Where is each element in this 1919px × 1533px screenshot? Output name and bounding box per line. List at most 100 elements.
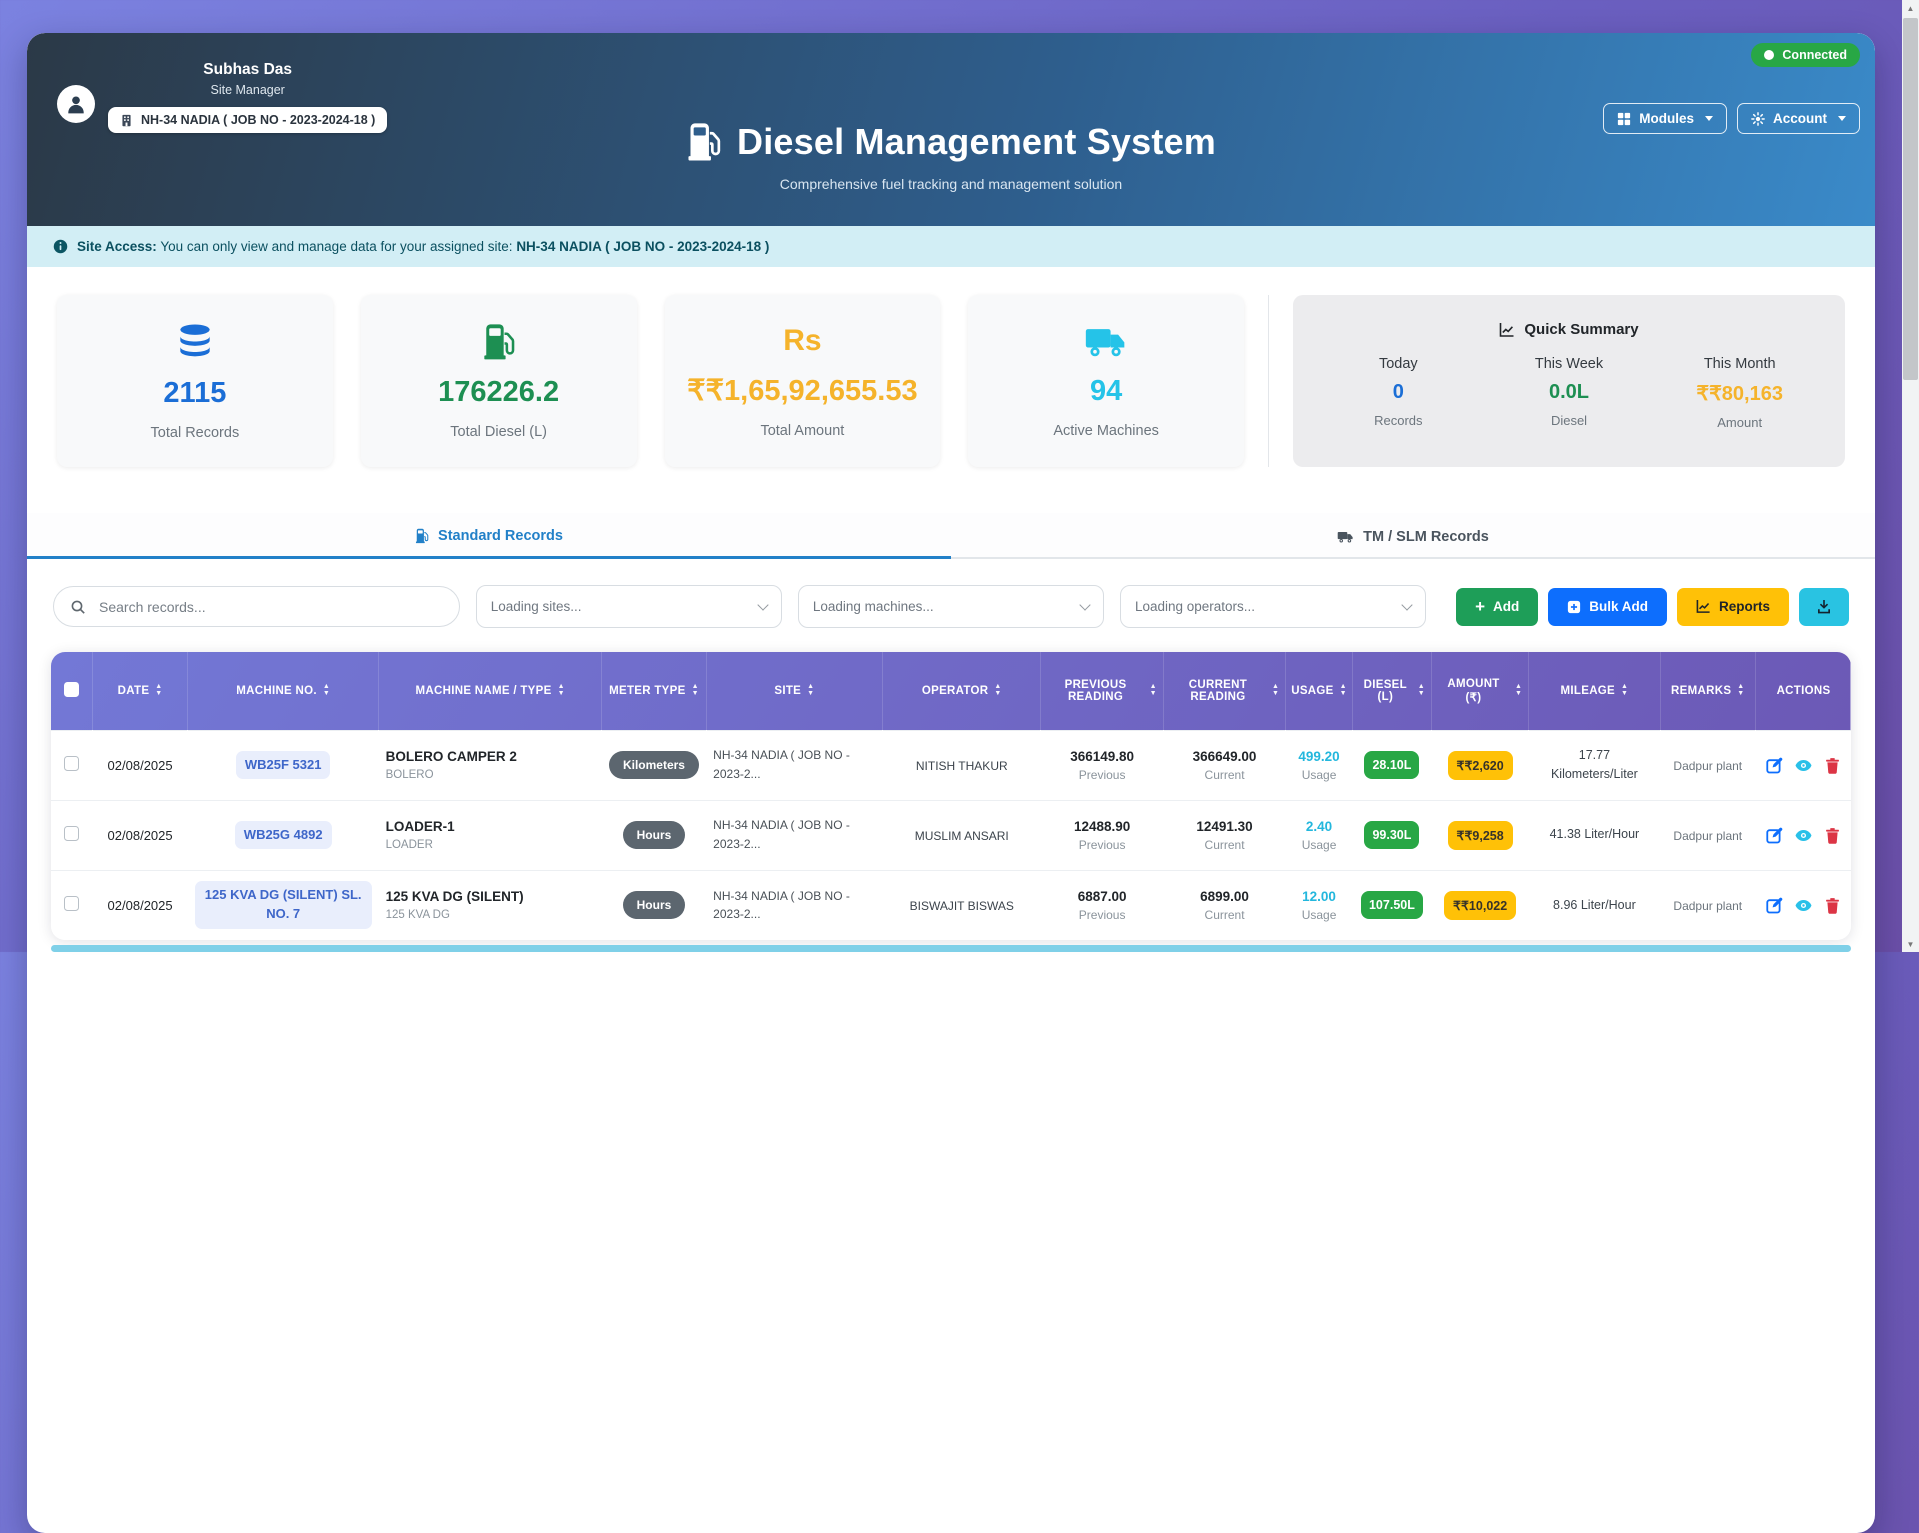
select-all-checkbox[interactable]	[64, 682, 79, 697]
info-icon	[53, 239, 68, 254]
previous-label: Previous	[1048, 838, 1156, 852]
col-header-usage[interactable]: USAGE▲▼	[1286, 652, 1353, 730]
modules-button[interactable]: Modules	[1603, 103, 1727, 134]
connection-status-label: Connected	[1782, 48, 1847, 62]
cell-mileage: 8.96 Liter/Hour	[1553, 898, 1636, 912]
stat-card-total-records: 2115 Total Records	[57, 295, 333, 467]
col-header-previous-reading[interactable]: PREVIOUS READING▲▼	[1041, 652, 1163, 730]
machine-name: 125 KVA DG (SILENT)	[386, 889, 595, 904]
meter-type-badge: Kilometers	[609, 751, 699, 779]
col-header-current-reading[interactable]: CURRENT READING▲▼	[1163, 652, 1285, 730]
stat-value-total-amount: ₹₹1,65,92,655.53	[687, 373, 917, 408]
page-scrollbar[interactable]: ▲ ▼	[1902, 0, 1919, 952]
machines-select[interactable]: Loading machines...	[798, 585, 1104, 628]
col-header-machine-no[interactable]: MACHINE NO.▲▼	[188, 652, 379, 730]
row-checkbox[interactable]	[64, 826, 79, 841]
col-header-site[interactable]: SITE▲▼	[706, 652, 882, 730]
page-subtitle: Comprehensive fuel tracking and manageme…	[27, 176, 1875, 192]
amount-badge: ₹₹2,620	[1448, 751, 1513, 780]
row-checkbox[interactable]	[64, 756, 79, 771]
cell-mileage: 17.77 Kilometers/Liter	[1551, 748, 1638, 781]
edit-icon[interactable]	[1766, 827, 1783, 844]
summary-month-label: Amount	[1654, 415, 1825, 430]
bulk-add-button-label: Bulk Add	[1589, 599, 1648, 614]
usage-value: 12.00	[1293, 889, 1346, 904]
reports-button[interactable]: Reports	[1677, 588, 1789, 626]
delete-icon[interactable]	[1824, 827, 1841, 844]
account-button[interactable]: Account	[1737, 103, 1860, 134]
truck-icon	[1337, 530, 1354, 544]
machine-no-link[interactable]: 125 KVA DG (SILENT) SL. NO. 7	[195, 881, 372, 929]
diesel-badge: 99.30L	[1364, 821, 1419, 849]
user-role: Site Manager	[210, 83, 284, 97]
edit-icon[interactable]	[1766, 897, 1783, 914]
download-button[interactable]	[1799, 588, 1849, 626]
banner-text: You can only view and manage data for yo…	[160, 239, 512, 254]
sort-icon: ▲▼	[1418, 684, 1425, 697]
tab-tm-slm-records[interactable]: TM / SLM Records	[951, 513, 1875, 557]
grid-icon	[1617, 112, 1631, 126]
summary-today-value: 0	[1313, 381, 1484, 404]
gear-icon	[1751, 112, 1765, 126]
cell-site: NH-34 NADIA ( JOB NO - 2023-2...	[713, 889, 850, 922]
machine-no-link[interactable]: WB25G 4892	[235, 821, 332, 850]
add-button[interactable]: + Add	[1456, 588, 1538, 626]
col-header-diesel[interactable]: DIESEL (L)▲▼	[1352, 652, 1431, 730]
col-header-actions: ACTIONS	[1755, 652, 1851, 730]
view-icon[interactable]	[1795, 897, 1812, 914]
delete-icon[interactable]	[1824, 757, 1841, 774]
stat-card-total-diesel: 176226.2 Total Diesel (L)	[361, 295, 637, 467]
scrollbar-thumb[interactable]	[1903, 18, 1918, 380]
filter-bar: Loading sites... Loading machines... Loa…	[27, 559, 1875, 648]
summary-week-period: This Week	[1484, 356, 1655, 372]
machine-no-link[interactable]: WB25F 5321	[236, 751, 331, 780]
cell-remarks: Dadpur plant	[1673, 759, 1742, 773]
sort-icon: ▲▼	[1340, 684, 1347, 697]
status-dot-icon	[1764, 50, 1774, 60]
col-header-date[interactable]: DATE▲▼	[92, 652, 187, 730]
col-header-mileage[interactable]: MILEAGE▲▼	[1529, 652, 1660, 730]
delete-icon[interactable]	[1824, 897, 1841, 914]
cell-date: 02/08/2025	[92, 800, 187, 870]
scrollbar-up-arrow[interactable]: ▲	[1902, 0, 1919, 16]
diesel-badge: 28.10L	[1364, 751, 1419, 779]
tab-standard-records[interactable]: Standard Records	[27, 513, 951, 559]
scrollbar-down-arrow[interactable]: ▼	[1902, 936, 1919, 952]
page-title: Diesel Management System	[686, 121, 1216, 163]
usage-value: 2.40	[1293, 819, 1346, 834]
chevron-down-icon	[1079, 599, 1090, 610]
col-header-amount[interactable]: AMOUNT (₹)▲▼	[1432, 652, 1529, 730]
col-header-machine-name[interactable]: MACHINE NAME / TYPE▲▼	[379, 652, 602, 730]
view-icon[interactable]	[1795, 757, 1812, 774]
view-icon[interactable]	[1795, 827, 1812, 844]
select-all-header	[51, 652, 92, 730]
machines-select-value: Loading machines...	[813, 599, 934, 614]
col-header-operator[interactable]: OPERATOR▲▼	[883, 652, 1041, 730]
col-header-meter-type[interactable]: METER TYPE▲▼	[602, 652, 706, 730]
summary-today: Today 0 Records	[1313, 356, 1484, 430]
person-icon	[65, 93, 87, 115]
usage-label: Usage	[1293, 768, 1346, 782]
modules-button-label: Modules	[1639, 111, 1694, 126]
plus-square-icon	[1567, 600, 1581, 614]
search-box[interactable]	[53, 586, 460, 627]
summary-month-period: This Month	[1654, 356, 1825, 372]
fuel-pump-icon	[482, 323, 516, 361]
sites-select[interactable]: Loading sites...	[476, 585, 782, 628]
stat-value-total-records: 2115	[163, 377, 226, 410]
download-icon	[1816, 599, 1832, 615]
table-row: 02/08/2025 WB25F 5321 BOLERO CAMPER 2 BO…	[51, 730, 1851, 800]
sort-icon: ▲▼	[1272, 684, 1279, 697]
col-header-remarks[interactable]: REMARKS▲▼	[1660, 652, 1755, 730]
edit-icon[interactable]	[1766, 757, 1783, 774]
summary-month: This Month ₹₹80,163 Amount	[1654, 356, 1825, 430]
add-button-label: Add	[1493, 599, 1519, 614]
bulk-add-button[interactable]: Bulk Add	[1548, 588, 1667, 626]
meter-type-badge: Hours	[623, 821, 686, 849]
table-horizontal-scrollbar[interactable]	[51, 945, 1851, 952]
search-input[interactable]	[97, 598, 443, 616]
operators-select[interactable]: Loading operators...	[1120, 585, 1426, 628]
row-checkbox[interactable]	[64, 896, 79, 911]
machine-name: BOLERO CAMPER 2	[386, 749, 595, 764]
sort-icon: ▲▼	[1621, 684, 1628, 697]
